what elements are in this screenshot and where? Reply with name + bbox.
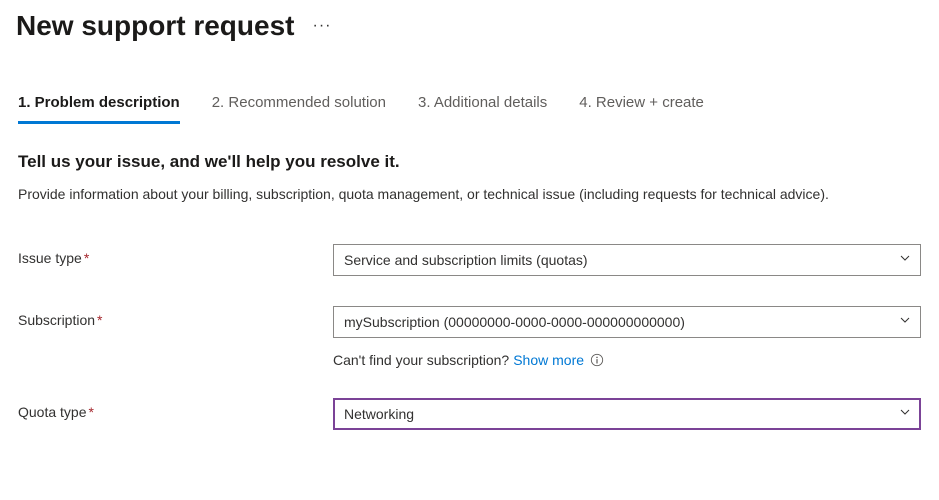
tab-problem-description[interactable]: 1. Problem description [18,94,180,124]
show-more-link[interactable]: Show more [513,352,584,368]
required-asterisk: * [97,312,102,328]
quota-type-label: Quota type* [18,398,333,420]
subscription-help-text: Can't find your subscription? Show more [333,352,921,368]
field-subscription: Subscription* mySubscription (00000000-0… [18,306,921,368]
subscription-select[interactable]: mySubscription (00000000-0000-0000-00000… [333,306,921,338]
more-actions-button[interactable]: ··· [312,17,331,35]
field-issue-type: Issue type* Service and subscription lim… [18,244,921,276]
tab-recommended-solution[interactable]: 2. Recommended solution [212,94,386,124]
issue-type-label: Issue type* [18,244,333,266]
info-icon[interactable] [590,353,604,367]
section-heading: Tell us your issue, and we'll help you r… [0,152,939,172]
page-title: New support request [16,10,294,42]
quota-type-select[interactable]: Networking [333,398,921,430]
tab-review-create[interactable]: 4. Review + create [579,94,704,124]
required-asterisk: * [89,404,94,420]
subscription-label: Subscription* [18,306,333,328]
wizard-tabs: 1. Problem description 2. Recommended so… [0,94,939,124]
section-description: Provide information about your billing, … [0,184,900,204]
issue-type-select[interactable]: Service and subscription limits (quotas) [333,244,921,276]
tab-additional-details[interactable]: 3. Additional details [418,94,547,124]
field-quota-type: Quota type* Networking [18,398,921,430]
required-asterisk: * [84,250,89,266]
